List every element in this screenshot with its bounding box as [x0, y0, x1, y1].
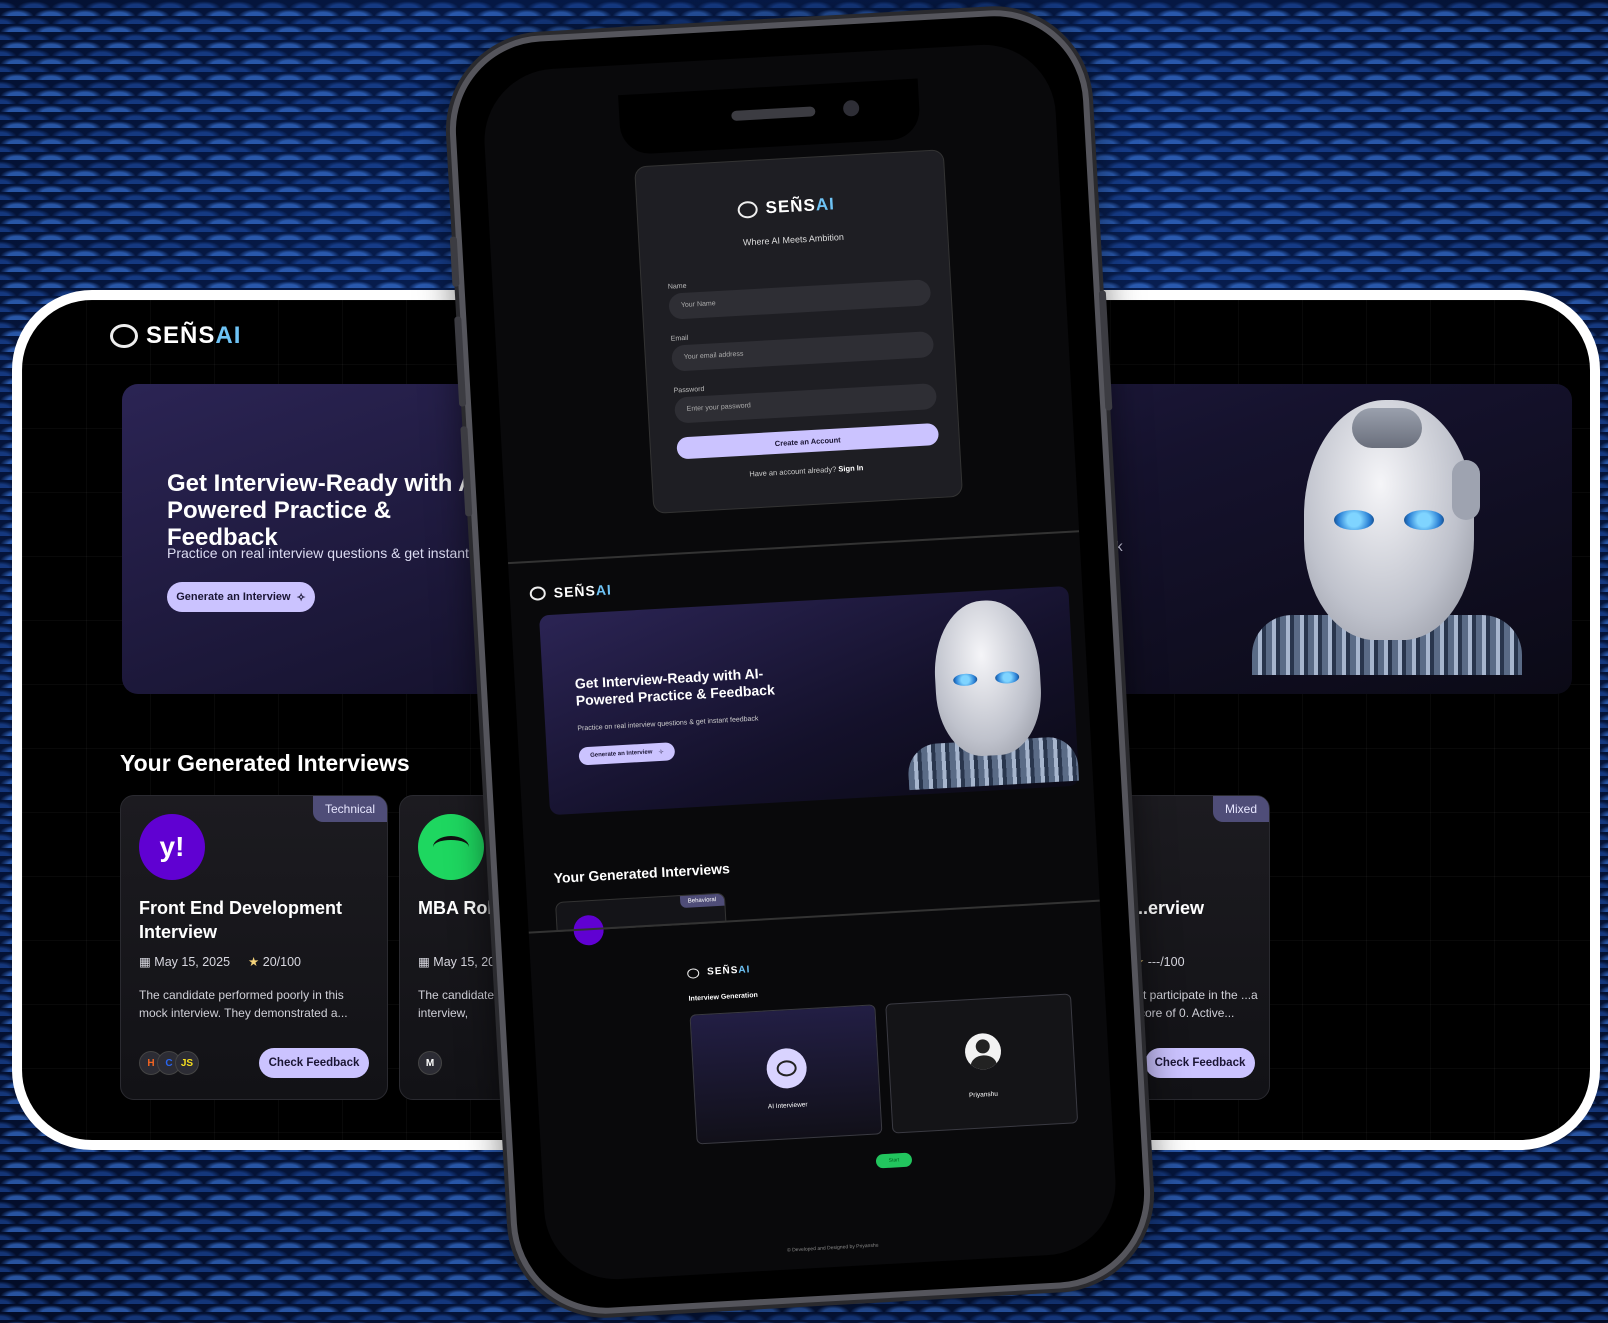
phone-screen: SEÑSAI Where AI Meets Ambition Name Your… — [480, 40, 1120, 1284]
mini-generate-label: Generate an Interview — [590, 749, 653, 759]
sparkle-icon: ✧ — [658, 749, 664, 756]
tech-stack-icons: M — [418, 1051, 442, 1075]
chat-bubble-icon — [529, 586, 547, 601]
chat-bubble-icon — [737, 200, 759, 219]
brand-name: SEÑS — [553, 582, 597, 601]
email-input[interactable]: Your email address — [671, 331, 935, 372]
interview-card-meta: ★ ---/100 — [1133, 954, 1185, 969]
brand-logo: SEÑSAI — [686, 964, 751, 979]
brand-name: SEÑS — [146, 322, 216, 349]
generate-interview-button[interactable]: Generate an Interview ✧ — [167, 582, 315, 612]
interviews-section-title: Your Generated Interviews — [120, 750, 410, 776]
brand-ai: AI — [738, 964, 751, 976]
brand-name: SEÑS — [706, 964, 739, 978]
brand-ai: AI — [595, 581, 613, 599]
hero-title: Get Interview-Ready with AI-Powered Prac… — [167, 470, 491, 551]
interview-card: Technical y! Front End Development Inter… — [120, 795, 388, 1100]
mini-interviews-title: Your Generated Interviews — [553, 860, 731, 887]
tech-stack-icons: H C JS — [139, 1051, 199, 1075]
create-account-button[interactable]: Create an Account — [676, 422, 940, 460]
front-camera — [842, 99, 860, 117]
interview-generation-heading: Interview Generation — [688, 991, 758, 1003]
interview-date: May 15, 2025 — [154, 955, 231, 969]
star-icon: ★ — [248, 955, 260, 969]
phone-mockup: SEÑSAI Where AI Meets Ambition Name Your… — [444, 5, 1156, 1319]
check-feedback-button[interactable]: Check Feedback — [1145, 1048, 1255, 1078]
email-label: Email — [670, 334, 689, 343]
check-feedback-button[interactable]: Check Feedback — [259, 1048, 369, 1078]
signin-prompt-text: Have an account already? — [749, 464, 837, 479]
interview-card-title: ...erview — [1133, 898, 1205, 918]
signup-card: SEÑSAI Where AI Meets Ambition Name Your… — [634, 149, 964, 514]
robot-illustration — [1252, 400, 1522, 680]
brand-logo: SEÑSAI — [529, 581, 612, 602]
interview-card-description: The candidate performed poorly in this m… — [139, 988, 348, 1020]
generate-interview-label: Generate an Interview — [176, 591, 291, 603]
name-label: Name — [667, 282, 687, 291]
user-tile: Priyanshu — [885, 993, 1079, 1134]
chat-bubble-icon — [110, 324, 138, 348]
robot-illustration — [899, 596, 1080, 791]
mini-hero-subtitle: Practice on real interview questions & g… — [577, 715, 759, 733]
interview-type-badge: Technical — [312, 796, 387, 822]
password-input[interactable]: Enter your password — [674, 382, 938, 424]
ai-interviewer-label: AI Interviewer — [767, 1101, 808, 1111]
start-call-button[interactable]: Start — [875, 1152, 913, 1169]
chat-bubble-icon — [776, 1059, 798, 1077]
yahoo-logo-icon: y! — [139, 814, 205, 880]
password-label: Password — [673, 385, 705, 395]
chat-bubble-icon — [686, 967, 700, 979]
signup-tagline: Where AI Meets Ambition — [742, 231, 845, 248]
ai-avatar — [765, 1047, 808, 1090]
brand-ai: AI — [815, 194, 836, 215]
name-input[interactable]: Your Name — [668, 279, 932, 320]
interview-score: ---/100 — [1147, 955, 1185, 969]
interview-card-description: ...t participate in the ...a score of 0.… — [1133, 988, 1258, 1020]
interview-score: 20/100 — [262, 955, 301, 969]
signin-prompt: Have an account already? Sign In — [652, 458, 960, 484]
mini-hero-title: Get Interview-Ready with AI-Powered Prac… — [574, 665, 776, 709]
phone-notch — [618, 78, 921, 156]
interview-type-badge: Behavioral — [679, 893, 725, 909]
calendar-icon: ▦ — [418, 955, 430, 969]
tech-icon: M — [418, 1051, 442, 1075]
calendar-icon: ▦ — [139, 955, 151, 969]
brand-name: SEÑS — [765, 195, 817, 218]
section-divider — [507, 530, 1080, 565]
sparkle-icon: ✧ — [296, 591, 306, 604]
interview-card-title: Front End Development Interview — [139, 898, 343, 942]
javascript-icon: JS — [175, 1051, 199, 1075]
footer-credit: © Developed and Designed by Priyanshu — [786, 1242, 879, 1254]
interview-card-meta: ▦ May 15, 2025 ★ 20/100 — [139, 954, 301, 969]
ai-interviewer-tile: AI Interviewer — [689, 1004, 883, 1145]
speaker-grille — [731, 106, 816, 121]
brand-logo: SEÑSAI — [737, 194, 835, 219]
signin-link[interactable]: Sign In — [838, 463, 863, 473]
phone-side-button — [449, 236, 460, 287]
mini-hero-banner: Get Interview-Ready with AI-Powered Prac… — [538, 585, 1080, 816]
spotify-logo-icon — [418, 814, 484, 880]
brand-logo[interactable]: SEÑSAI — [110, 322, 241, 350]
brand-ai: AI — [215, 322, 242, 349]
interview-type-badge: Mixed — [1212, 796, 1269, 822]
user-avatar-icon — [964, 1032, 1002, 1071]
mini-generate-button[interactable]: Generate an Interview ✧ — [578, 742, 676, 766]
user-label: Priyanshu — [968, 1090, 999, 1100]
